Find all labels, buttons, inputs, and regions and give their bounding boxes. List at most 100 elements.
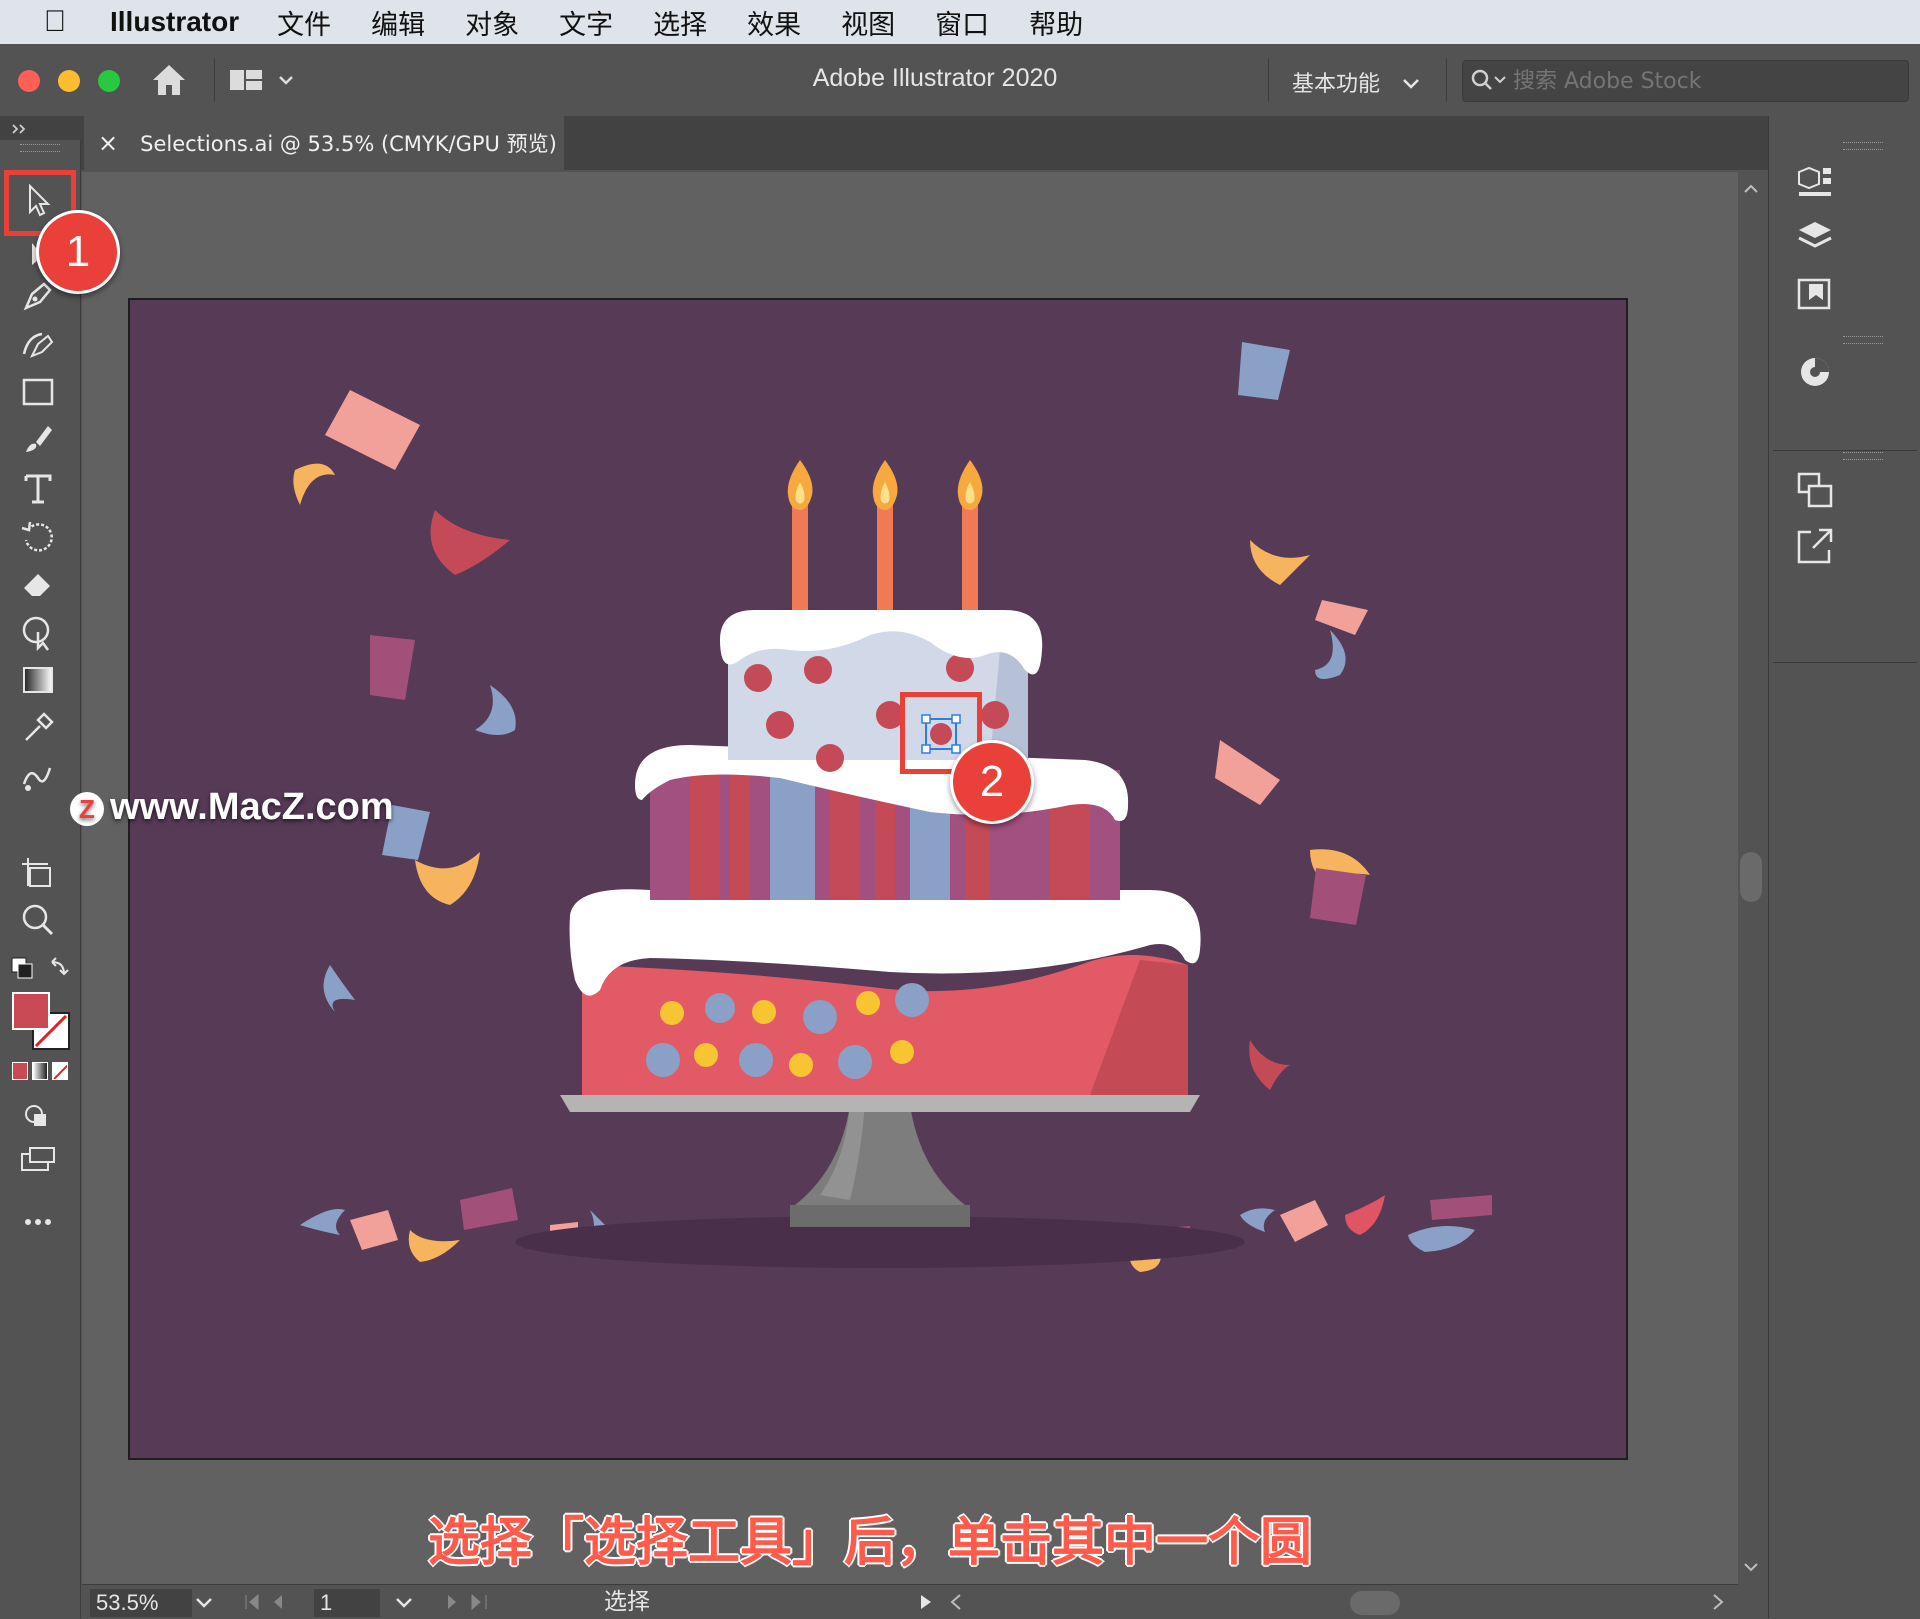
birthday-cake-illustration[interactable]	[130, 300, 1626, 1458]
curvature-tool-button[interactable]	[18, 324, 58, 364]
artboard-icon	[22, 858, 51, 887]
color-mode-button[interactable]	[12, 1062, 28, 1080]
menu-help[interactable]: 帮助	[1029, 3, 1083, 42]
artboard-tool-button[interactable]	[18, 852, 58, 892]
menu-effect[interactable]: 效果	[747, 3, 801, 42]
divider	[1268, 58, 1269, 102]
swap-fill-stroke[interactable]	[10, 956, 70, 988]
chevron-down-icon	[1403, 79, 1419, 89]
none-mode-button[interactable]	[52, 1062, 68, 1080]
apple-menu-icon[interactable]: 	[0, 5, 110, 39]
horizontal-scroll-thumb[interactable]	[1350, 1591, 1400, 1615]
rectangle-icon	[22, 378, 54, 406]
rotate-icon	[21, 521, 53, 552]
panel-grip[interactable]	[1843, 452, 1883, 460]
edit-toolbar-button[interactable]	[18, 1202, 58, 1242]
panel-group-2	[1773, 452, 1917, 663]
gradient-mode-button[interactable]	[32, 1062, 48, 1080]
document-tab[interactable]: × Selections.ai @ 53.5% (CMYK/GPU 预览)	[84, 116, 564, 170]
step-badge-2: 2	[950, 740, 1034, 824]
app-menu-illustrator[interactable]: Illustrator	[110, 6, 239, 38]
eraser-tool-button[interactable]	[18, 564, 58, 604]
workspace-switcher[interactable]: 基本功能	[1292, 66, 1421, 98]
default-colors-swap-icon	[11, 957, 69, 979]
status-menu-play-icon[interactable]	[918, 1593, 934, 1611]
scroll-down-icon[interactable]	[1742, 1560, 1760, 1574]
menu-type[interactable]: 文字	[559, 3, 613, 42]
curvature-pen-icon	[22, 332, 54, 358]
libraries-icon[interactable]	[1795, 162, 1835, 202]
screen-mode-button[interactable]	[18, 1140, 58, 1180]
layers-icon[interactable]	[1795, 218, 1835, 258]
type-icon	[24, 474, 52, 504]
zoom-icon	[22, 904, 54, 936]
workspace-label: 基本功能	[1292, 72, 1381, 97]
status-bar: 53.5% 1 选择	[82, 1584, 1738, 1619]
right-panel-dock	[1768, 116, 1920, 1618]
eyedropper-icon	[25, 712, 54, 741]
blend-icon	[22, 767, 52, 791]
export-icon[interactable]	[1795, 526, 1835, 566]
artboards-panel-icon[interactable]	[1795, 274, 1835, 314]
watermark: Zwww.MacZ.com	[70, 786, 394, 829]
paintbrush-icon	[26, 426, 52, 452]
zoom-tool-button[interactable]	[18, 900, 58, 940]
zoom-level-field[interactable]: 53.5%	[90, 1589, 192, 1617]
rotate-tool-button[interactable]	[18, 516, 58, 556]
artboard-number-field[interactable]: 1	[314, 1589, 380, 1617]
panel-grip[interactable]	[1843, 142, 1883, 150]
artboard[interactable]	[128, 298, 1628, 1460]
color-mode-buttons[interactable]	[12, 1062, 68, 1080]
drawing-mode-button[interactable]	[18, 1098, 58, 1138]
menu-view[interactable]: 视图	[841, 3, 895, 42]
puppet-warp-tool-button[interactable]	[18, 612, 58, 652]
first-previous-artboard-icon[interactable]	[242, 1593, 292, 1611]
artboard-dropdown-chevron-icon[interactable]	[394, 1595, 414, 1611]
menu-edit[interactable]: 编辑	[371, 3, 425, 42]
eyedropper-tool-button[interactable]	[18, 708, 58, 748]
panel-group-1	[1773, 140, 1917, 451]
cake-bottom-tier[interactable]	[569, 889, 1201, 1095]
scroll-right-icon[interactable]	[1710, 1593, 1726, 1611]
draw-mode-icon	[25, 1105, 46, 1126]
panel-grip[interactable]	[1843, 336, 1883, 344]
search-icon	[1471, 69, 1506, 90]
fill-swatch[interactable]	[12, 992, 50, 1030]
search-input[interactable]	[1511, 65, 1895, 97]
divider	[1446, 58, 1447, 102]
scroll-left-icon[interactable]	[948, 1593, 964, 1611]
watermark-logo-icon: Z	[70, 791, 104, 826]
screen-mode-icon	[21, 1147, 55, 1171]
blend-tool-button[interactable]	[18, 756, 58, 796]
vertical-scroll-thumb[interactable]	[1740, 852, 1762, 902]
menu-select[interactable]: 选择	[653, 3, 707, 42]
menu-file[interactable]: 文件	[277, 3, 331, 42]
expand-toolbar-icon[interactable]	[10, 122, 30, 136]
menu-window[interactable]: 窗口	[935, 3, 989, 42]
scroll-up-icon[interactable]	[1742, 182, 1760, 196]
rectangle-tool-button[interactable]	[18, 372, 58, 412]
fill-stroke-swatches[interactable]	[10, 992, 70, 1050]
adobe-stock-search[interactable]	[1462, 60, 1909, 102]
gradient-tool-button[interactable]	[18, 660, 58, 700]
cake-stand[interactable]	[560, 1095, 1200, 1227]
mac-menu-bar:  Illustrator 文件 编辑 对象 文字 选择 效果 视图 窗口 帮助	[0, 0, 1920, 44]
tutorial-caption: 选择「选择工具」后，单击其中一个圆	[427, 1512, 1313, 1574]
toolbar-grip[interactable]	[20, 144, 60, 152]
next-last-artboard-icon[interactable]	[442, 1593, 492, 1611]
gradient-icon	[23, 667, 53, 693]
tools-panel	[0, 140, 81, 1618]
app-title-bar: Adobe Illustrator 2020 基本功能	[0, 44, 1920, 117]
color-guide-icon[interactable]	[1795, 352, 1835, 392]
cake-middle-tier[interactable]	[635, 745, 1129, 900]
transform-icon[interactable]	[1795, 470, 1835, 510]
zoom-dropdown-chevron-icon[interactable]	[194, 1595, 214, 1611]
document-tab-label: Selections.ai @ 53.5% (CMYK/GPU 预览)	[140, 132, 557, 156]
close-tab-icon[interactable]: ×	[98, 129, 118, 157]
menu-object[interactable]: 对象	[465, 3, 519, 42]
candles[interactable]	[787, 460, 983, 610]
type-tool-button[interactable]	[18, 468, 58, 508]
vertical-scrollbar[interactable]	[1738, 172, 1764, 1584]
watermark-text: www.MacZ.com	[110, 786, 394, 828]
paintbrush-tool-button[interactable]	[18, 420, 58, 460]
